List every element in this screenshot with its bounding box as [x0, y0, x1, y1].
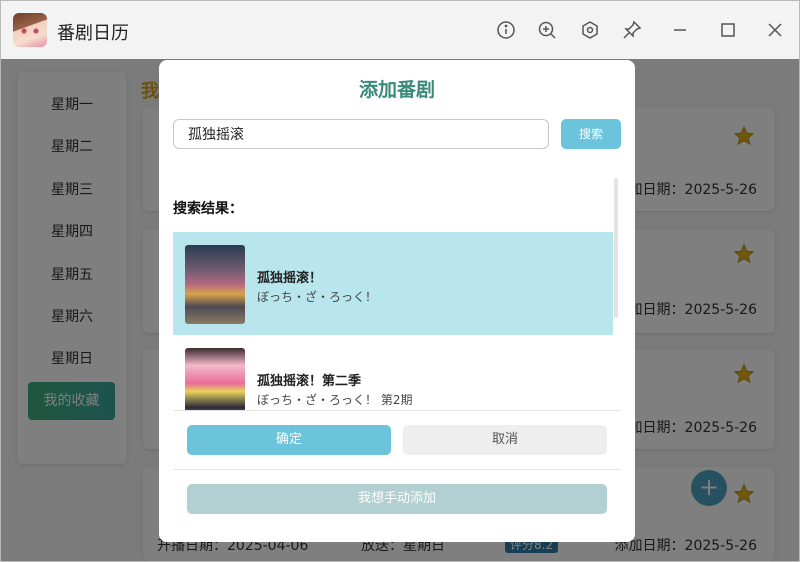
- scrollbar[interactable]: [614, 178, 618, 318]
- confirm-button[interactable]: 确定: [187, 425, 391, 455]
- cancel-button[interactable]: 取消: [403, 425, 607, 455]
- result-item-selected[interactable]: 孤独摇滚！ ぼっち・ざ・ろっく！: [173, 232, 613, 335]
- result-subtitle: ぼっち・ざ・ろっく！: [257, 290, 378, 304]
- app-window: 番剧日历 星期一 星期二 星期三 星期四 星期五 星期六: [0, 0, 800, 562]
- divider: [173, 410, 621, 411]
- settings-hex-icon[interactable]: [579, 19, 601, 41]
- divider: [173, 469, 621, 470]
- search-input[interactable]: [173, 119, 549, 149]
- results-label: 搜索结果：: [173, 201, 243, 217]
- zoom-in-icon[interactable]: [536, 19, 558, 41]
- search-results[interactable]: 搜索结果： 孤独摇滚！ ぼっち・ざ・ろっく！ 孤独摇滚！第二季 ぼっち・ざ・ろっ…: [173, 178, 621, 410]
- anime-girl-avatar-icon: [13, 13, 47, 47]
- app-title: 番剧日历: [57, 23, 129, 44]
- result-item[interactable]: 孤独摇滚！第二季 ぼっち・ざ・ろっく！ 第2期: [173, 335, 613, 410]
- add-anime-dialog: 添加番剧 搜索 搜索结果： 孤独摇滚！ ぼっち・ざ・ろっく！ 孤独摇滚！第二季 …: [159, 60, 635, 542]
- close-icon[interactable]: [764, 19, 786, 41]
- search-button[interactable]: 搜索: [561, 119, 621, 149]
- result-subtitle: ぼっち・ざ・ろっく！ 第2期: [257, 393, 413, 407]
- pin-icon[interactable]: [621, 19, 643, 41]
- maximize-icon[interactable]: [717, 19, 739, 41]
- anime-cover-image: [185, 348, 245, 410]
- info-icon[interactable]: [495, 19, 517, 41]
- dialog-title: 添加番剧: [358, 79, 435, 101]
- title-bar: 番剧日历: [1, 1, 799, 59]
- manual-add-button[interactable]: 我想手动添加: [187, 484, 607, 514]
- result-title: 孤独摇滚！第二季: [257, 374, 362, 389]
- minimize-icon[interactable]: [669, 19, 691, 41]
- result-title: 孤独摇滚！: [257, 271, 323, 286]
- anime-cover-image: [185, 245, 245, 324]
